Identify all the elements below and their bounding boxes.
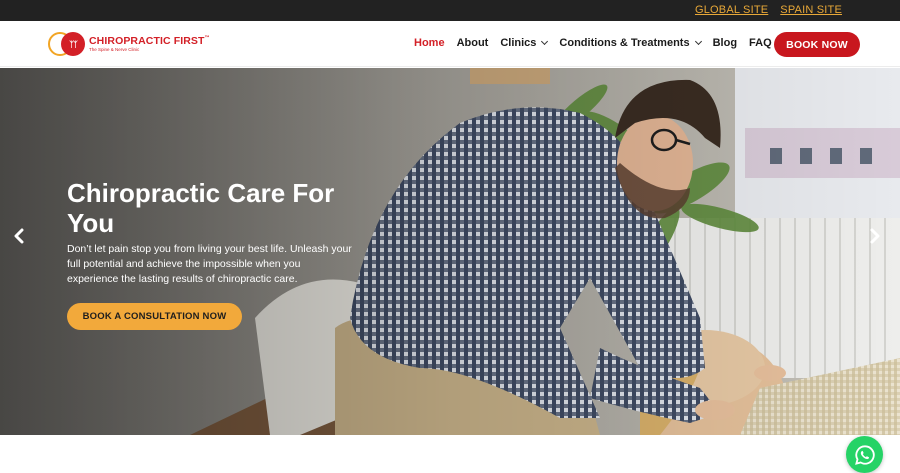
nav-item-label: Conditions & Treatments — [559, 37, 690, 49]
whatsapp-button[interactable] — [846, 436, 883, 473]
nav-item-label: About — [456, 37, 489, 49]
nav-item-conditions-treatments[interactable]: Conditions & Treatments — [559, 37, 702, 49]
brand-name: CHIROPRACTIC FIRST — [89, 34, 205, 47]
nav-item-clinics[interactable]: Clinics — [500, 37, 549, 49]
nav-item-label: Blog — [712, 37, 738, 49]
chevron-right-icon[interactable] — [868, 228, 888, 248]
nav-item-faq[interactable]: FAQ — [749, 37, 772, 49]
nav-item-home[interactable]: Home — [414, 37, 445, 49]
logo-mark-icon: ᛉᛉ — [48, 31, 86, 57]
hero-subtitle: Don’t let pain stop you from living your… — [67, 243, 352, 285]
book-consultation-button[interactable]: BOOK A CONSULTATION NOW — [67, 303, 242, 330]
whatsapp-icon — [854, 444, 875, 465]
hero-title: Chiropractic Care For You — [67, 178, 335, 238]
spain-site-link[interactable]: SPAIN SITE — [780, 4, 842, 16]
global-site-link[interactable]: GLOBAL SITE — [695, 4, 768, 16]
nav-item-label: Clinics — [500, 37, 537, 49]
site-header: ᛉᛉ CHIROPRACTIC FIRST™ The Spine & Nerve… — [0, 21, 900, 67]
logo-figures-icon: ᛉᛉ — [61, 32, 85, 56]
book-now-button[interactable]: BOOK NOW — [774, 32, 860, 57]
nav-item-label: FAQ — [749, 37, 772, 49]
brand-logo[interactable]: ᛉᛉ CHIROPRACTIC FIRST™ The Spine & Nerve… — [48, 31, 210, 57]
site-links: GLOBAL SITE SPAIN SITE — [695, 4, 842, 16]
main-nav: Home About Clinics Conditions & Treatmen… — [414, 37, 784, 49]
chevron-down-icon — [541, 37, 549, 46]
logo-text: CHIROPRACTIC FIRST™ The Spine & Nerve Cl… — [89, 34, 210, 53]
brand-trademark: ™ — [204, 34, 210, 41]
top-bar: GLOBAL SITE SPAIN SITE — [0, 0, 900, 21]
chevron-down-icon — [694, 37, 702, 46]
nav-item-label: Home — [414, 37, 445, 49]
hero-slider: Chiropractic Care For You Don’t let pain… — [0, 68, 900, 435]
nav-item-about[interactable]: About — [457, 37, 489, 49]
nav-item-blog[interactable]: Blog — [713, 37, 737, 49]
chevron-left-icon[interactable] — [12, 228, 32, 248]
brand-tagline: The Spine & Nerve Clinic — [89, 47, 140, 52]
